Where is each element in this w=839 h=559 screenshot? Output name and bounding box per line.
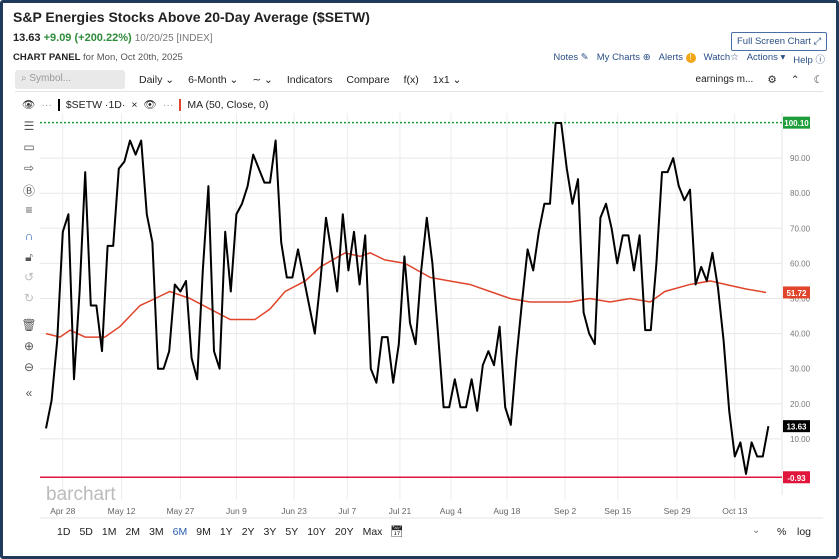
log-toggle[interactable]: log (797, 526, 811, 538)
x-tick-label: Apr 28 (50, 506, 75, 516)
range-button-3m[interactable]: 3M (149, 526, 164, 538)
barchart-watermark: barchart (46, 484, 116, 505)
y-tick-label: 70.00 (790, 224, 811, 233)
range-button-10y[interactable]: 10Y (307, 526, 326, 538)
y-tick-label: 40.00 (790, 330, 811, 339)
time-range-bar: 1D 5D 1M 2M 3M 6M 9M 1Y 2Y 3Y 5Y 10Y 20Y Max (57, 526, 382, 538)
range-button-20y[interactable]: 20Y (335, 526, 354, 538)
range-button-2m[interactable]: 2M (125, 526, 140, 538)
x-tick-label: Sep 29 (664, 506, 691, 516)
last-price-badge: 13.63 (786, 423, 807, 432)
price-chart[interactable]: 10.0020.0030.0040.0050.0060.0070.0080.00… (0, 0, 839, 559)
y-tick-label: 60.00 (790, 259, 811, 268)
y-tick-label: 90.00 (790, 154, 811, 163)
x-tick-label: Oct 13 (722, 506, 747, 516)
x-tick-label: Aug 4 (440, 506, 462, 516)
x-tick-label: Jul 7 (338, 506, 356, 516)
range-button-5y[interactable]: 5Y (285, 526, 298, 538)
x-tick-label: May 27 (166, 506, 194, 516)
range-button-5d[interactable]: 5D (79, 526, 92, 538)
range-button-3y[interactable]: 3Y (264, 526, 277, 538)
range-button-1m[interactable]: 1M (102, 526, 117, 538)
x-tick-label: Aug 18 (493, 506, 520, 516)
range-button-2y[interactable]: 2Y (242, 526, 255, 538)
x-tick-label: Jun 9 (226, 506, 247, 516)
ma-value-badge: 51.72 (786, 289, 807, 298)
range-button-6m[interactable]: 6M (173, 526, 188, 538)
high-value-badge: 100.10 (784, 119, 809, 128)
y-tick-label: 10.00 (790, 435, 811, 444)
range-button-1d[interactable]: 1D (57, 526, 70, 538)
x-tick-label: Jul 21 (389, 506, 412, 516)
range-button-max[interactable]: Max (363, 526, 383, 538)
calendar-icon[interactable]: 📅︎ (390, 525, 404, 538)
x-tick-label: Sep 15 (604, 506, 631, 516)
x-tick-label: May 12 (108, 506, 136, 516)
range-button-9m[interactable]: 9M (196, 526, 211, 538)
y-tick-label: 30.00 (790, 365, 811, 374)
low-value-badge: -0.93 (787, 474, 806, 483)
x-tick-label: Jun 23 (281, 506, 307, 516)
percent-toggle[interactable]: % (777, 526, 786, 538)
x-tick-label: Sep 2 (554, 506, 576, 516)
y-tick-label: 80.00 (790, 189, 811, 198)
y-tick-label: 20.00 (790, 400, 811, 409)
range-button-1y[interactable]: 1Y (220, 526, 233, 538)
expand-down-icon[interactable]: ⌄ (752, 525, 760, 536)
